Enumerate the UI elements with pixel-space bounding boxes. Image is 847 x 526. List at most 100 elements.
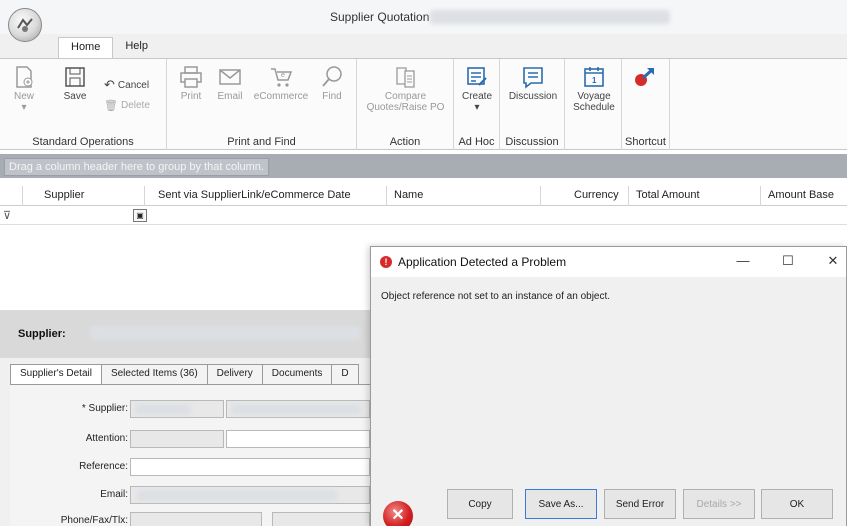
fax-field[interactable] <box>272 512 370 526</box>
column-total-amount[interactable]: Total Amount <box>636 189 700 201</box>
column-currency[interactable]: Currency <box>574 189 619 201</box>
attention-field[interactable] <box>226 430 370 448</box>
error-icon: ! <box>380 256 392 268</box>
tab-delivery[interactable]: Delivery <box>206 364 263 384</box>
group-voyage: 1 Voyage Schedule <box>565 59 622 151</box>
supplier-detail-form: * Supplier: Attention: Reference: Email:… <box>10 384 370 526</box>
title-bar: Supplier Quotation <box>0 0 847 42</box>
cart-icon: e <box>271 68 293 87</box>
column-sent-date[interactable]: Sent via SupplierLink/eCommerce Date <box>158 189 351 201</box>
grid-column-headers: Supplier Sent via SupplierLink/eCommerce… <box>0 186 847 206</box>
email-button[interactable]: Email <box>215 65 245 102</box>
column-separator <box>540 186 541 206</box>
find-button[interactable]: Find <box>319 65 345 102</box>
delete-label: Delete <box>120 100 150 111</box>
tab-home[interactable]: Home <box>58 37 114 59</box>
print-label: Print <box>180 91 202 102</box>
phone-field[interactable] <box>130 512 262 526</box>
ecommerce-label: eCommerce <box>253 91 309 102</box>
new-dropdown-icon: ▾ <box>21 102 27 113</box>
send-error-button[interactable]: Send Error <box>604 489 676 519</box>
minimize-button[interactable]: — <box>733 253 753 268</box>
column-separator <box>760 186 761 206</box>
compare-quotes-button[interactable]: Compare Quotes/Raise PO <box>363 65 448 113</box>
ok-button[interactable]: OK <box>761 489 833 519</box>
attention-code-field[interactable] <box>130 430 224 448</box>
window-title-redacted <box>430 10 670 24</box>
supplier-field-label: * Supplier: <box>81 403 128 414</box>
create-button[interactable]: Create ▾ <box>462 65 492 113</box>
supplier-name-field[interactable] <box>226 400 370 418</box>
filter-icon[interactable]: ⊽ <box>3 209 11 222</box>
ecommerce-button[interactable]: e eCommerce <box>253 65 309 102</box>
print-button[interactable]: Print <box>177 65 205 102</box>
email-field-label: Email: <box>100 489 128 500</box>
phone-field-row: Phone/Fax/Tlx: <box>10 511 370 526</box>
ribbon-tabs: Home Help <box>58 37 160 59</box>
trash-icon: 🗑 <box>104 100 118 112</box>
reference-field-row: Reference: <box>10 457 370 477</box>
reference-field[interactable] <box>130 458 370 476</box>
tab-help[interactable]: Help <box>113 37 160 59</box>
copy-button[interactable]: Copy <box>447 489 513 519</box>
supplier-name-field-redacted <box>231 404 361 415</box>
save-label: Save <box>63 91 87 102</box>
compare-label-line-2: Quotes/Raise PO <box>366 102 445 113</box>
tab-more[interactable]: D <box>331 364 359 384</box>
envelope-icon <box>219 69 241 85</box>
app-menu-icon[interactable] <box>8 8 42 42</box>
close-button[interactable]: ✕ <box>823 253 843 269</box>
undo-icon: ↶ <box>104 77 115 92</box>
phone-field-label: Phone/Fax/Tlx: <box>60 515 128 526</box>
group-by-panel[interactable]: Drag a column header here to group by th… <box>0 154 847 178</box>
error-dialog: ! Application Detected a Problem — ☐ ✕ O… <box>370 246 847 526</box>
email-field-row: Email: <box>10 485 370 505</box>
calendar-icon: 1 <box>584 67 604 87</box>
column-amount-base[interactable]: Amount Base <box>768 189 834 201</box>
save-button[interactable]: Save <box>60 65 90 102</box>
email-redacted <box>137 490 337 501</box>
maximize-button[interactable]: ☐ <box>778 253 798 269</box>
column-supplier[interactable]: Supplier <box>44 189 84 201</box>
group-discussion: Discussion Discussion <box>500 59 565 151</box>
delete-button[interactable]: 🗑 Delete <box>104 99 150 112</box>
supplier-code-redacted <box>135 404 191 415</box>
voyage-schedule-button[interactable]: 1 Voyage Schedule <box>571 65 617 113</box>
dialog-title-bar: ! Application Detected a Problem — ☐ ✕ <box>371 247 846 277</box>
group-label: Action <box>389 136 421 148</box>
create-label: Create <box>462 91 493 102</box>
details-button[interactable]: Details >> <box>683 489 755 519</box>
group-label: Discussion <box>505 136 559 148</box>
group-label: Shortcut <box>625 136 666 148</box>
create-dropdown-icon: ▾ <box>474 102 480 113</box>
error-message: Object reference not set to an instance … <box>381 291 611 302</box>
discussion-icon <box>523 67 543 89</box>
new-button[interactable]: New ▾ <box>12 65 36 113</box>
svg-text:1: 1 <box>592 76 597 85</box>
supplier-title: Supplier: <box>18 328 66 340</box>
tab-suppliers-detail[interactable]: Supplier's Detail <box>10 364 102 384</box>
supplier-code-field[interactable] <box>130 400 224 418</box>
date-filter-button[interactable]: ▣ <box>133 209 147 222</box>
group-label: Standard Operations <box>32 136 134 148</box>
email-label: Email <box>217 91 243 102</box>
group-by-hint: Drag a column header here to group by th… <box>4 158 269 176</box>
email-field[interactable] <box>130 486 370 504</box>
group-label: Ad Hoc <box>458 136 495 148</box>
save-icon <box>65 67 85 87</box>
column-name[interactable]: Name <box>394 189 423 201</box>
column-separator <box>22 186 23 206</box>
attention-field-row: Attention: <box>10 429 370 449</box>
ribbon: New ▾ Save ↶ Cancel 🗑 Delete Standard Opera… <box>0 58 847 151</box>
tab-selected-items[interactable]: Selected Items (36) <box>100 364 208 384</box>
discussion-button[interactable]: Discussion <box>506 65 560 102</box>
error-x-icon: ✕ <box>383 501 413 526</box>
cancel-label: Cancel <box>117 79 150 91</box>
tab-documents[interactable]: Documents <box>261 364 333 384</box>
save-as-button[interactable]: Save As... <box>525 489 597 519</box>
reference-field-label: Reference: <box>79 461 128 472</box>
shortcut-button[interactable] <box>630 65 660 91</box>
cancel-button[interactable]: ↶ Cancel <box>104 77 149 93</box>
find-label: Find <box>322 91 342 102</box>
window-title: Supplier Quotation <box>330 10 430 24</box>
